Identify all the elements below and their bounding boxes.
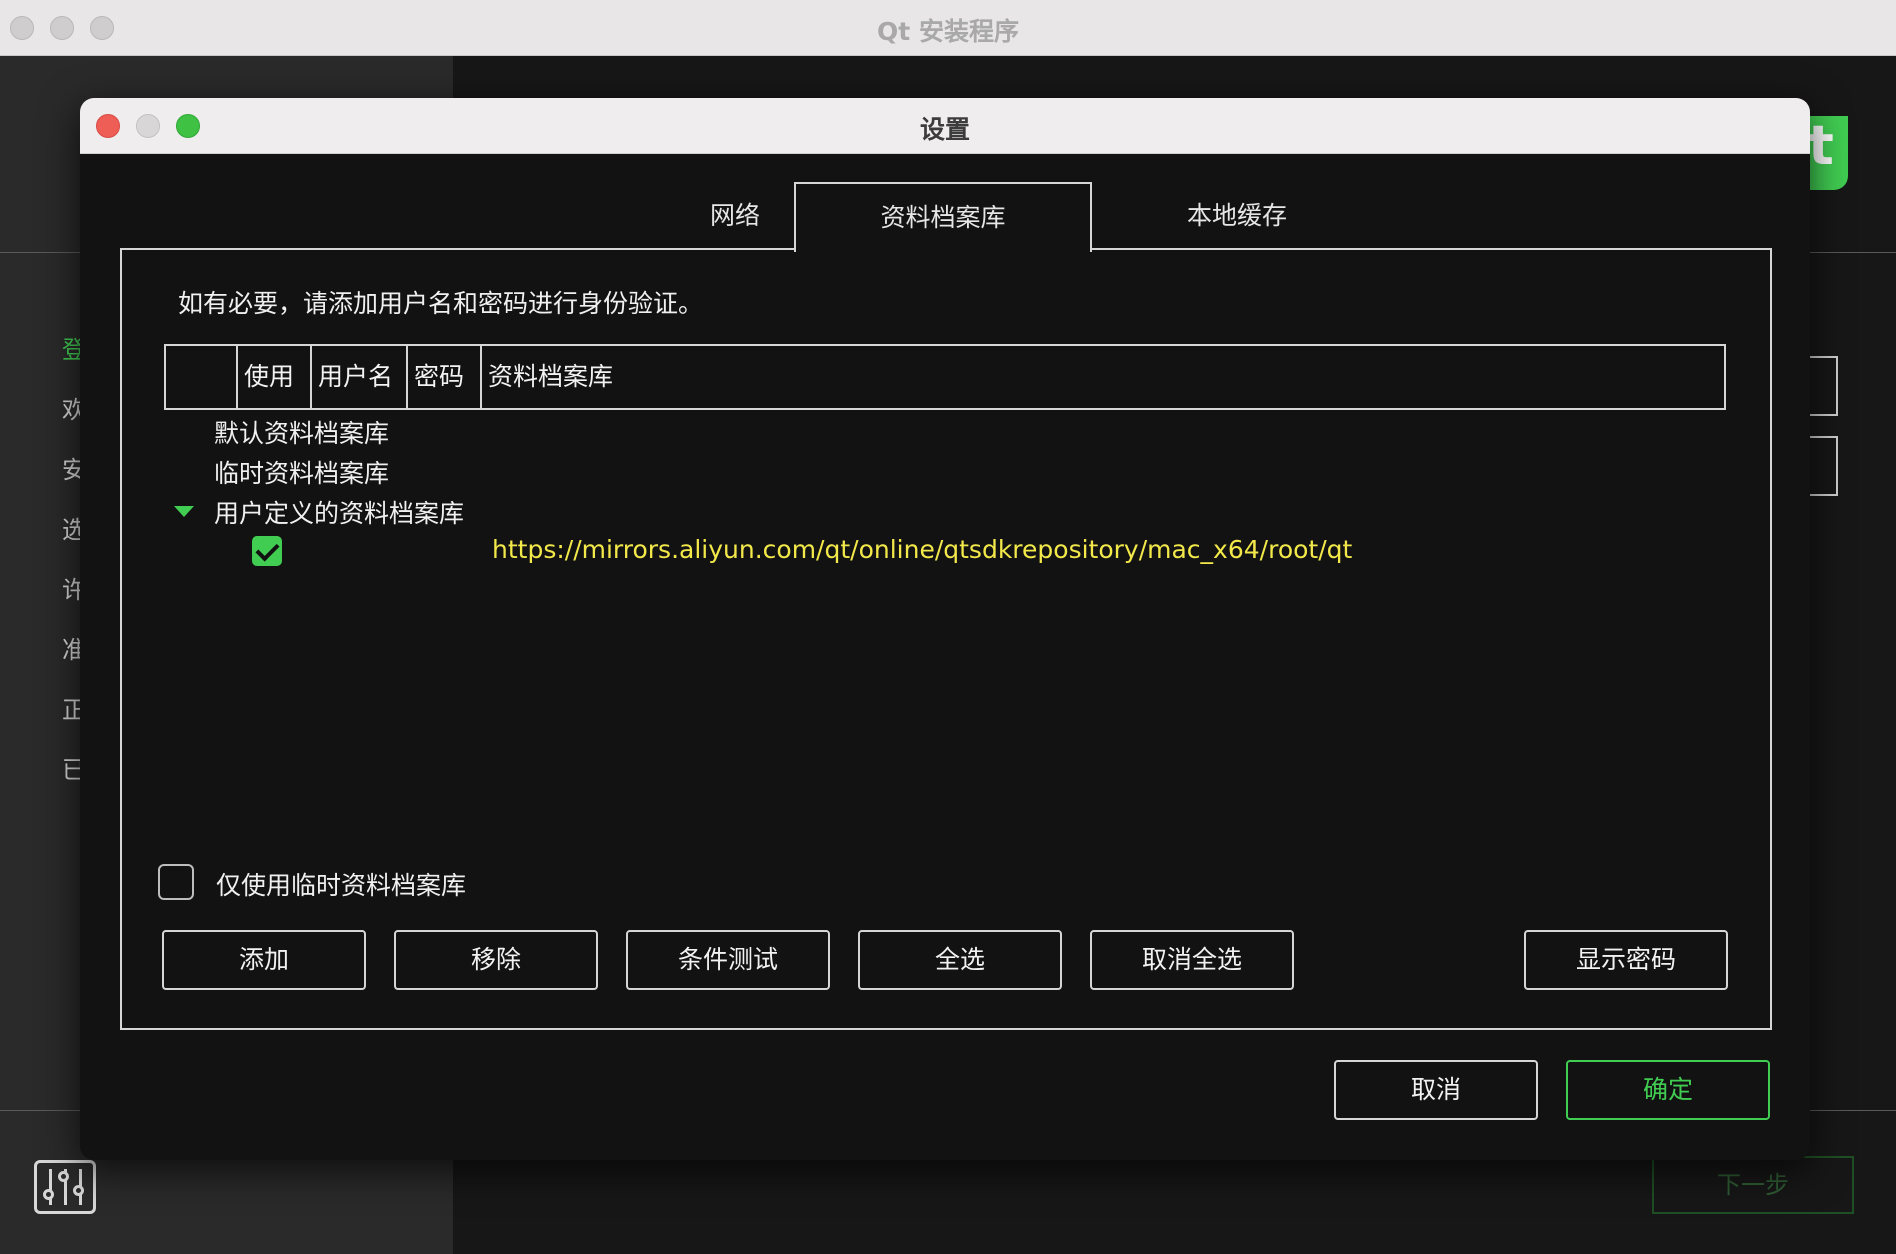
sliders-icon[interactable] [34,1160,96,1214]
dialog-titlebar: 设置 [80,98,1810,154]
divider [1810,1110,1896,1111]
repo-use-checkbox[interactable] [252,536,282,566]
show-passwords-button[interactable]: 显示密码 [1524,930,1728,990]
column-header-tree[interactable] [166,346,238,408]
repo-url-cell[interactable]: https://mirrors.aliyun.com/qt/online/qts… [492,535,1352,564]
add-button[interactable]: 添加 [162,930,366,990]
column-header-use[interactable]: 使用 [238,346,312,408]
divider [1810,252,1896,253]
installer-title: Qt 安装程序 [877,17,1019,46]
column-header-repository[interactable]: 资料档案库 [482,346,1082,408]
installer-titlebar: Qt 安装程序 [0,0,1896,56]
ok-button[interactable]: 确定 [1566,1060,1770,1120]
settings-dialog: 设置 网络 资料档案库 本地缓存 如有必要，请添加用户名和密码进行身份验证。 使… [80,98,1810,1160]
table-header: 使用 用户名 密码 资料档案库 [164,344,1726,410]
instruction-text: 如有必要，请添加用户名和密码进行身份验证。 [178,289,704,318]
select-all-button[interactable]: 全选 [858,930,1062,990]
column-header-username[interactable]: 用户名 [312,346,408,408]
tree-item-user-defined-repos[interactable]: 用户定义的资料档案库 [214,494,464,530]
column-header-password[interactable]: 密码 [408,346,482,408]
tab-local-cache[interactable]: 本地缓存 [1092,182,1382,250]
tree-item-temp-repos[interactable]: 临时资料档案库 [214,454,389,490]
next-button[interactable]: 下一步 [1652,1156,1854,1214]
dialog-title: 设置 [919,115,970,144]
tree-item-default-repos[interactable]: 默认资料档案库 [214,414,389,450]
test-button[interactable]: 条件测试 [626,930,830,990]
only-temp-repos-label: 仅使用临时资料档案库 [216,871,467,900]
only-temp-repos-checkbox[interactable] [158,864,194,900]
cancel-button[interactable]: 取消 [1334,1060,1538,1120]
tab-repositories[interactable]: 资料档案库 [794,182,1092,252]
deselect-all-button[interactable]: 取消全选 [1090,930,1294,990]
expand-arrow-icon[interactable] [174,506,194,517]
remove-button[interactable]: 移除 [394,930,598,990]
